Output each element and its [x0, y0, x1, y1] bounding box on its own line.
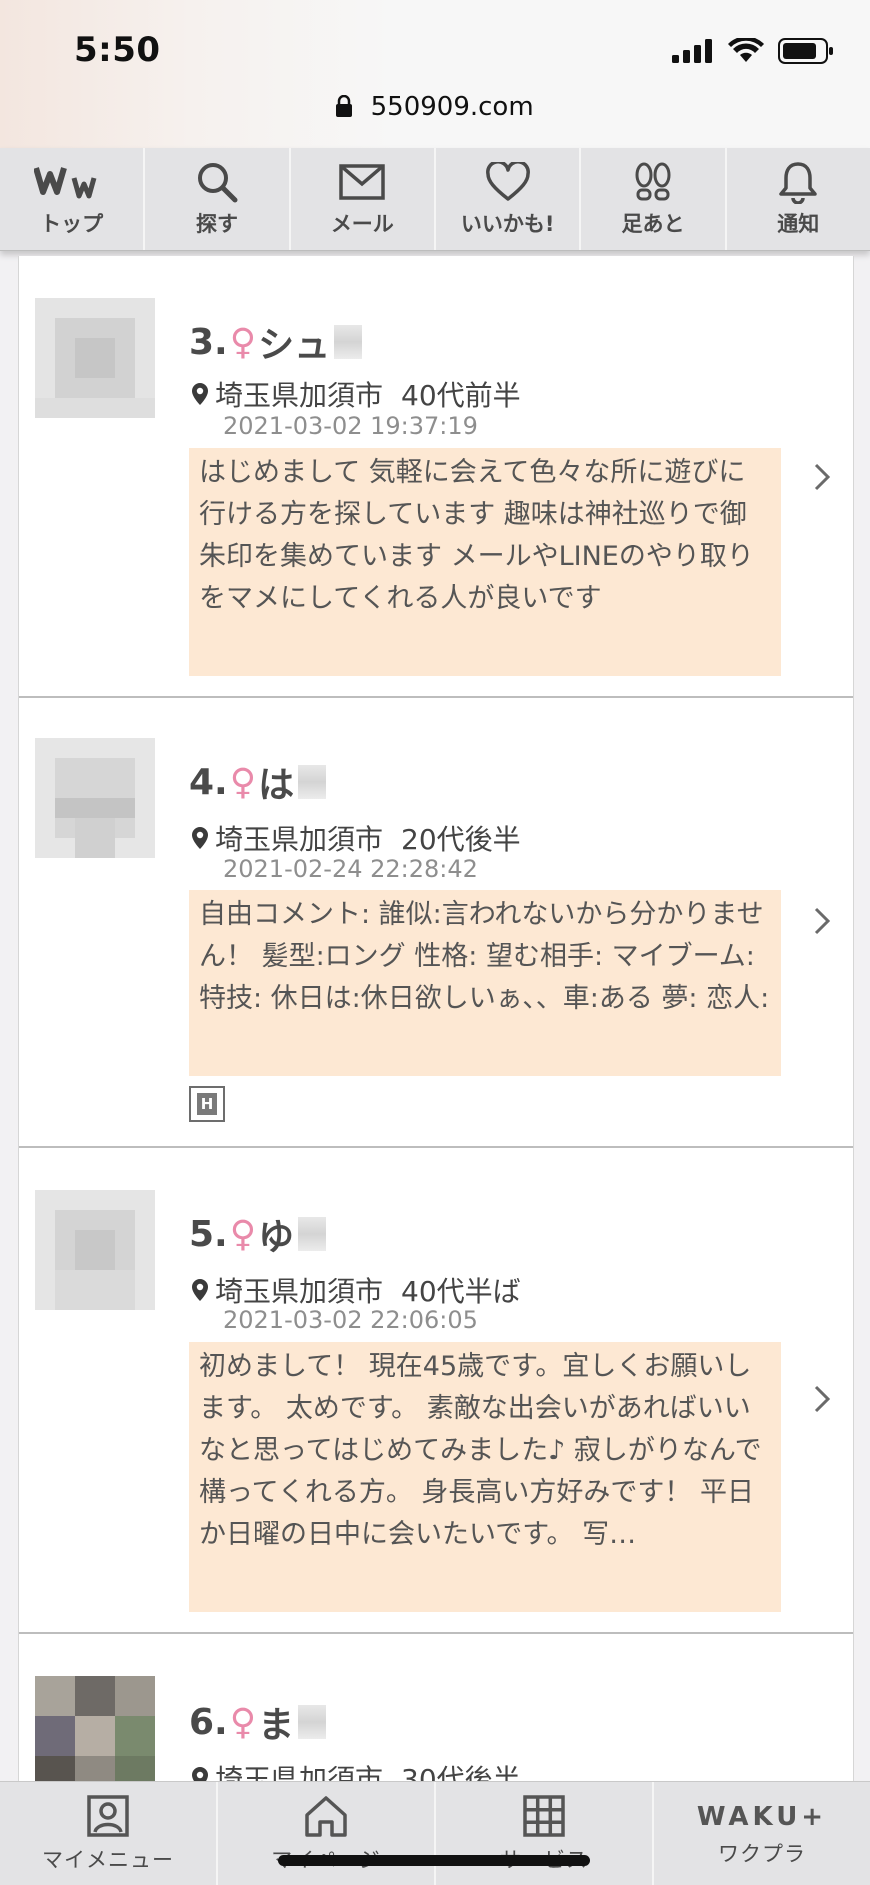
nav-footprints[interactable]: 足あと: [581, 148, 727, 250]
nickname: ゆ: [258, 1217, 295, 1258]
status-bar: 5:50 550909.com: [0, 0, 870, 148]
location-line: 埼玉県加須市 40代半ば: [191, 1270, 521, 1310]
bottom-nav: マイメニュー マイページ サービス WAKU+ ワクプラ: [0, 1781, 870, 1885]
location-text: 埼玉県加須市: [215, 1275, 384, 1308]
nav-notifications-label: 通知: [777, 212, 820, 236]
h-badge-icon: H: [189, 1086, 225, 1122]
profile-comment: 初めまして！ 現在45歳です。宜しくお願いします。 太めです。 素敵な出会いがあ…: [189, 1342, 781, 1612]
bottom-nav-wakupura-label: ワクプラ: [718, 1842, 806, 1866]
profile-icon: [87, 1795, 129, 1837]
blurred-name-part: [298, 765, 327, 799]
profile-card[interactable]: 5. ♀ ゆ 埼玉県加須市 40代半ば 2021-03-02 22:06:05 …: [19, 1148, 853, 1634]
age-group: 30代後半: [401, 1763, 521, 1781]
profile-list: 3. ♀ シュ 埼玉県加須市 40代前半 2021-03-02 19:37:19…: [18, 256, 854, 1781]
top-nav: トップ 探す メール いいかも! 足あと 通知: [0, 148, 870, 251]
nav-footprints-label: 足あと: [621, 212, 685, 236]
wifi-icon: [728, 38, 764, 62]
rank-number: 3.: [189, 321, 228, 363]
profile-card[interactable]: 4. ♀ は 埼玉県加須市 20代後半 2021-02-24 22:28:42 …: [19, 698, 853, 1148]
rank-number: 5.: [189, 1213, 228, 1255]
home-indicator[interactable]: [278, 1855, 590, 1866]
location-line: 埼玉県加須市 20代後半: [191, 818, 521, 858]
female-icon: ♀: [229, 1213, 257, 1255]
h-badge-label: H: [197, 1093, 217, 1115]
chevron-right-icon[interactable]: [813, 1384, 831, 1414]
bottom-nav-services[interactable]: サービス: [436, 1782, 654, 1885]
nav-top[interactable]: トップ: [0, 148, 146, 250]
nav-notifications[interactable]: 通知: [727, 148, 870, 250]
chevron-right-icon[interactable]: [813, 462, 831, 492]
nav-like[interactable]: いいかも!: [436, 148, 582, 250]
age-group: 20代後半: [401, 823, 521, 856]
profile-name: 4. ♀ は: [189, 756, 327, 808]
bottom-nav-my-menu-label: マイメニュー: [42, 1848, 174, 1872]
nickname: シュ: [258, 325, 331, 366]
location-line: 埼玉県加須市 30代後半: [191, 1758, 521, 1781]
nav-like-label: いいかも!: [460, 212, 555, 236]
profile-card[interactable]: 3. ♀ シュ 埼玉県加須市 40代前半 2021-03-02 19:37:19…: [19, 256, 853, 698]
rank-number: 4.: [189, 761, 228, 803]
female-icon: ♀: [229, 1701, 257, 1743]
age-group: 40代前半: [401, 379, 521, 412]
bell-icon: [778, 160, 818, 204]
blurred-name-part: [298, 1217, 327, 1251]
location-text: 埼玉県加須市: [215, 379, 384, 412]
location-pin-icon: [192, 1279, 208, 1301]
location-pin-icon: [192, 383, 208, 405]
status-time: 5:50: [74, 30, 161, 70]
nav-search[interactable]: 探す: [145, 148, 291, 250]
rank-number: 6.: [189, 1701, 228, 1743]
ww-logo-icon: [33, 160, 110, 204]
address-bar[interactable]: 550909.com: [0, 92, 870, 122]
age-group: 40代半ば: [401, 1275, 521, 1308]
location-line: 埼玉県加須市 40代前半: [191, 374, 521, 414]
female-icon: ♀: [229, 321, 257, 363]
nav-top-label: トップ: [40, 212, 104, 236]
footprints-icon: [633, 160, 673, 204]
profile-name: 5. ♀ ゆ: [189, 1208, 327, 1260]
location-text: 埼玉県加須市: [215, 823, 384, 856]
waku-plus-logo: WAKU+: [696, 1802, 828, 1832]
home-icon: [305, 1796, 347, 1837]
avatar: [35, 1190, 155, 1310]
profile-name: 6. ♀ ま: [189, 1696, 327, 1748]
nav-mail-label: メール: [330, 212, 394, 236]
status-icons: [672, 38, 834, 64]
location-text: 埼玉県加須市: [215, 1763, 384, 1781]
avatar: [35, 738, 155, 858]
profile-comment: 自由コメント: 誰似:言われないから分かりません！ 髪型:ロング 性格: 望む相…: [189, 890, 781, 1076]
nav-mail[interactable]: メール: [291, 148, 436, 250]
grid-icon: [523, 1795, 565, 1837]
bottom-nav-my-page[interactable]: マイページ: [218, 1782, 436, 1885]
nav-search-label: 探す: [195, 212, 238, 236]
nickname: は: [258, 765, 295, 806]
login-date: 2021-03-02 22:06:05: [223, 1306, 478, 1334]
heart-icon: [485, 160, 530, 204]
bottom-nav-wakupura[interactable]: WAKU+ ワクプラ: [654, 1782, 870, 1885]
login-date: 2021-03-02 19:37:19: [223, 412, 478, 440]
location-pin-icon: [192, 827, 208, 849]
cellular-signal-icon: [672, 39, 712, 63]
location-pin-icon: [192, 1767, 208, 1781]
blurred-name-part: [298, 1705, 327, 1739]
url-text: 550909.com: [370, 92, 534, 122]
avatar: [35, 298, 155, 418]
blurred-name-part: [334, 325, 363, 359]
lock-icon: [336, 95, 353, 117]
avatar: [35, 1676, 155, 1781]
nickname: ま: [258, 1705, 295, 1746]
profile-card[interactable]: 6. ♀ ま 埼玉県加須市 30代後半: [19, 1634, 853, 1781]
profile-name: 3. ♀ シュ: [189, 316, 363, 368]
login-date: 2021-02-24 22:28:42: [223, 855, 478, 883]
chevron-right-icon[interactable]: [813, 906, 831, 936]
bottom-nav-my-menu[interactable]: マイメニュー: [0, 1782, 218, 1885]
battery-icon: [778, 38, 833, 64]
search-icon: [195, 160, 239, 204]
profile-comment: はじめまして 気軽に会えて色々な所に遊びに行ける方を探しています 趣味は神社巡り…: [189, 448, 781, 676]
female-icon: ♀: [229, 761, 257, 803]
mail-icon: [339, 160, 386, 204]
